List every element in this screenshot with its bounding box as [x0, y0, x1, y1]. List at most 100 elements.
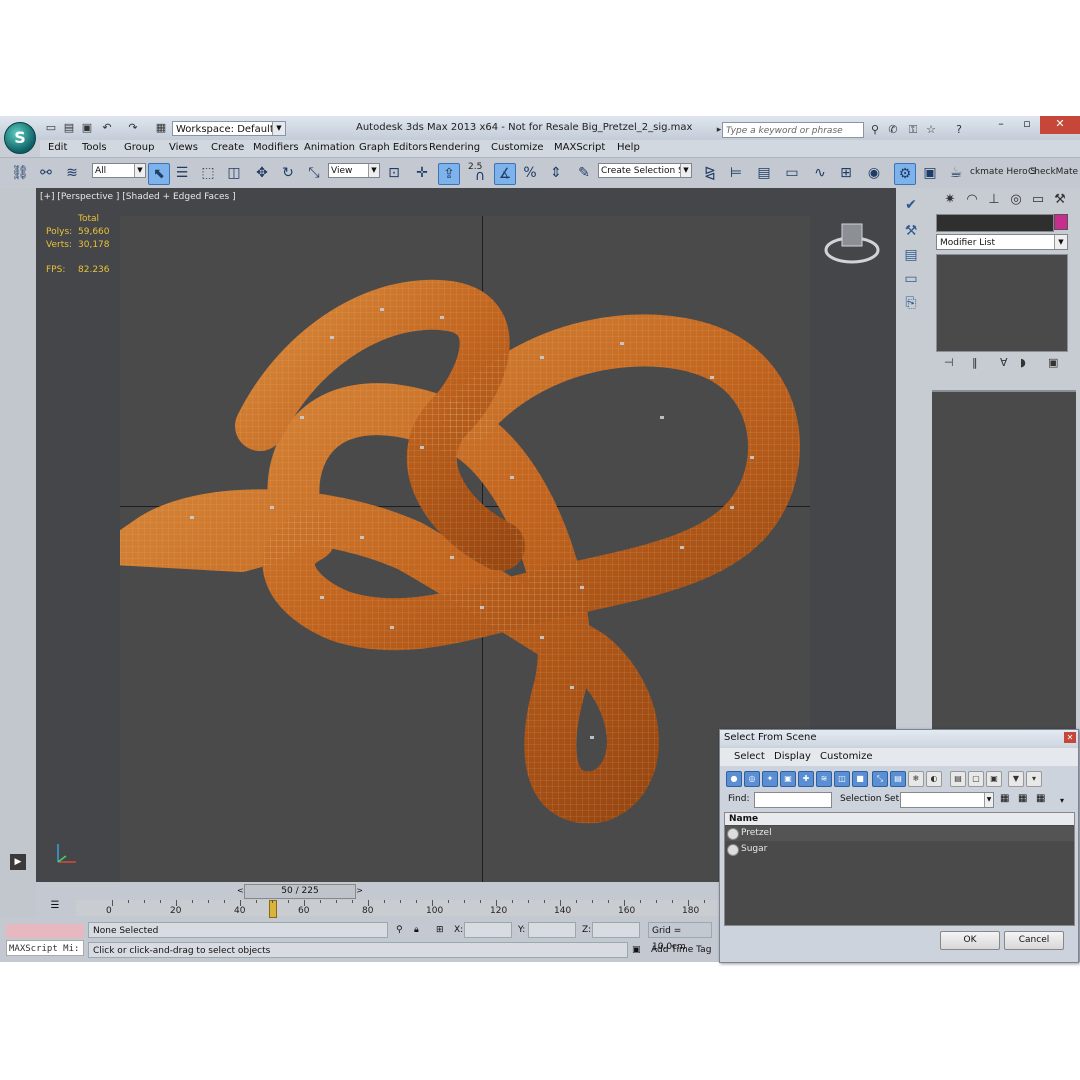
- viewport-label[interactable]: [+] [Perspective ] [Shaded + Edged Faces…: [40, 192, 236, 202]
- display-bones-icon[interactable]: ⤡: [872, 771, 888, 787]
- rendered-frame-window-icon[interactable]: ▣: [920, 163, 940, 183]
- menu-animation[interactable]: Animation: [304, 142, 355, 153]
- remove-modifier-icon[interactable]: ◗: [1020, 356, 1026, 369]
- reference-coordinate-dropdown[interactable]: View ▼: [328, 163, 380, 178]
- tab-utilities[interactable]: ⚒: [1050, 190, 1070, 210]
- display-frozen-icon[interactable]: ❄: [908, 771, 924, 787]
- display-xrefs-icon[interactable]: ■: [852, 771, 868, 787]
- close-button[interactable]: ✕: [1040, 116, 1080, 134]
- display-lights-icon[interactable]: ✦: [762, 771, 778, 787]
- dialog-menu-customize[interactable]: Customize: [820, 751, 873, 762]
- time-ruler[interactable]: 0 20 40 60 80 100 120 140 160 180: [76, 900, 756, 918]
- options-arrow-icon[interactable]: ▾: [1060, 796, 1064, 805]
- toolbox-icon[interactable]: ▤: [900, 244, 922, 266]
- display-groups-icon[interactable]: ◫: [834, 771, 850, 787]
- modifier-stack[interactable]: [936, 254, 1068, 352]
- show-end-result-icon[interactable]: ‖: [972, 356, 978, 369]
- display-spacewarps-icon[interactable]: ≋: [816, 771, 832, 787]
- search-input[interactable]: Type a keyword or phrase: [722, 122, 864, 138]
- list-item[interactable]: Pretzel: [725, 826, 1074, 841]
- maxscript-mini-listener[interactable]: MAXScript Mi:: [6, 940, 84, 956]
- select-and-scale-icon[interactable]: ⤡: [304, 163, 324, 183]
- minimize-button[interactable]: –: [988, 116, 1014, 134]
- help-icon[interactable]: ?: [952, 123, 966, 137]
- select-none-icon[interactable]: ▢: [968, 771, 984, 787]
- plugin-label-checkmate[interactable]: CheckMate: [1028, 167, 1078, 177]
- perspective-viewport[interactable]: [120, 216, 810, 882]
- play-arrow-icon[interactable]: ▶: [10, 854, 26, 870]
- monitor-icon[interactable]: ▭: [900, 268, 922, 290]
- menu-rendering[interactable]: Rendering: [429, 142, 480, 153]
- object-color-swatch[interactable]: [1054, 214, 1068, 230]
- tab-create[interactable]: ✷: [940, 190, 960, 210]
- plugin-label-hero[interactable]: ckmate Hero S: [970, 167, 1036, 177]
- spinner-snap-icon[interactable]: ⇕: [546, 163, 566, 183]
- mirror-icon[interactable]: ⧎: [700, 163, 720, 183]
- menu-tools[interactable]: Tools: [82, 142, 107, 153]
- pivot-center-icon[interactable]: ⊡: [384, 163, 404, 183]
- prev-frame-icon[interactable]: <: [237, 885, 244, 897]
- drill-icon[interactable]: ⚒: [900, 220, 922, 242]
- new-file-icon[interactable]: ▭: [44, 121, 58, 135]
- column-header-name[interactable]: Name: [725, 813, 1074, 825]
- maxscript-listener-pink[interactable]: [6, 924, 84, 938]
- material-editor-icon[interactable]: ◉: [864, 163, 884, 183]
- menu-maxscript[interactable]: MAXScript: [554, 142, 605, 153]
- communication-center-icon[interactable]: ✆: [886, 123, 900, 137]
- delete-selection-set-icon[interactable]: ▦: [1036, 793, 1045, 804]
- redo-icon[interactable]: ↷: [126, 121, 140, 135]
- menu-graph-editors[interactable]: Graph Editors: [359, 142, 428, 153]
- tab-motion[interactable]: ◎: [1006, 190, 1026, 210]
- display-shapes-icon[interactable]: ◎: [744, 771, 760, 787]
- align-icon[interactable]: ⊨: [726, 163, 746, 183]
- select-and-rotate-icon[interactable]: ↻: [278, 163, 298, 183]
- select-manipulate-icon[interactable]: ✛: [412, 163, 432, 183]
- dialog-menu-display[interactable]: Display: [774, 751, 811, 762]
- viewcube-icon[interactable]: [822, 218, 882, 268]
- menu-customize[interactable]: Customize: [491, 142, 544, 153]
- pin-stack-icon[interactable]: ⊣: [944, 356, 954, 369]
- binoculars-icon[interactable]: ⚲: [868, 123, 882, 137]
- selection-set-dropdown[interactable]: ▼: [900, 792, 994, 808]
- select-and-move-icon[interactable]: ✥: [252, 163, 272, 183]
- select-and-link-icon[interactable]: ⛓: [10, 163, 30, 183]
- next-frame-icon[interactable]: >: [356, 885, 363, 897]
- absolute-mode-icon[interactable]: ⊞: [436, 922, 444, 938]
- cancel-button[interactable]: Cancel: [1004, 931, 1064, 950]
- track-bar-icon[interactable]: ☰: [46, 900, 64, 914]
- dialog-close-button[interactable]: ✕: [1064, 732, 1076, 743]
- schematic-view-icon[interactable]: ⊞: [836, 163, 856, 183]
- favorites-star-icon[interactable]: ☆: [924, 123, 938, 137]
- modifier-list-dropdown[interactable]: Modifier List ▼: [936, 234, 1068, 250]
- subscription-icon[interactable]: ⚿: [906, 123, 920, 137]
- dialog-menu-select[interactable]: Select: [734, 751, 765, 762]
- menu-group[interactable]: Group: [124, 142, 154, 153]
- render-setup-icon[interactable]: ⚙: [894, 163, 916, 185]
- add-time-tag[interactable]: Add Time Tag: [648, 942, 712, 958]
- display-cameras-icon[interactable]: ▣: [780, 771, 796, 787]
- app-logo-icon[interactable]: S: [4, 122, 36, 154]
- menu-edit[interactable]: Edit: [48, 142, 67, 153]
- unlink-icon[interactable]: ⚯: [36, 163, 56, 183]
- ok-button[interactable]: OK: [940, 931, 1000, 950]
- selection-lock-icon[interactable]: 🔒︎: [414, 922, 419, 938]
- menu-views[interactable]: Views: [169, 142, 198, 153]
- z-coordinate-field[interactable]: [592, 922, 640, 938]
- rectangular-selection-icon[interactable]: ⬚: [198, 163, 218, 183]
- percent-snap-icon[interactable]: %: [520, 163, 540, 183]
- undo-icon[interactable]: ↶: [100, 121, 114, 135]
- keyboard-shortcut-override-icon[interactable]: ⇪: [438, 163, 460, 185]
- filter-settings-icon[interactable]: ▾: [1026, 771, 1042, 787]
- selection-filter-dropdown[interactable]: All ▼: [92, 163, 146, 178]
- tab-display[interactable]: ▭: [1028, 190, 1048, 210]
- tab-modify[interactable]: ◠: [962, 190, 982, 210]
- render-teapot-icon[interactable]: ☕: [946, 163, 966, 183]
- window-crossing-icon[interactable]: ◫: [224, 163, 244, 183]
- lock-icon[interactable]: ⚲: [396, 922, 403, 938]
- y-coordinate-field[interactable]: [528, 922, 576, 938]
- display-geometry-icon[interactable]: ●: [726, 771, 742, 787]
- save-selection-set-icon[interactable]: ▦: [1000, 793, 1009, 804]
- maximize-button[interactable]: ▫: [1014, 116, 1040, 134]
- menu-modifiers[interactable]: Modifiers: [253, 142, 299, 153]
- open-file-icon[interactable]: ▤: [62, 121, 76, 135]
